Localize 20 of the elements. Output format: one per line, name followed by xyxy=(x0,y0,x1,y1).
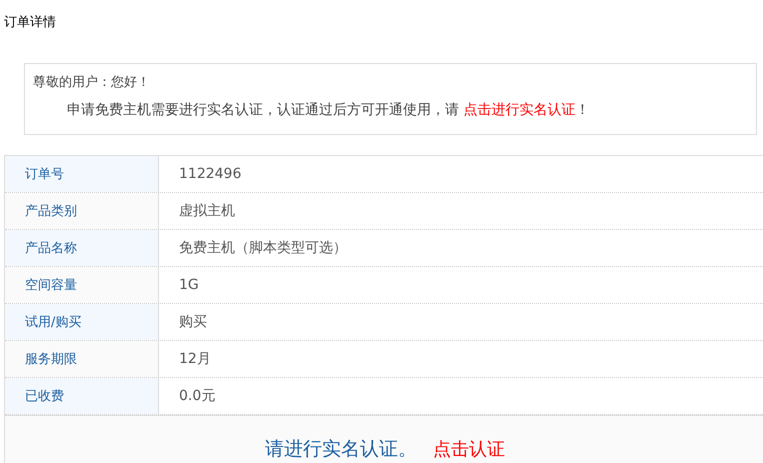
value-cell-text: 购买 xyxy=(178,313,208,332)
verify-prompt: 请进行实名认证。 xyxy=(265,436,417,462)
page-title: 订单详情 xyxy=(3,14,57,32)
verify-link[interactable]: 点击认证 xyxy=(433,436,505,460)
label-cell: 订单号 xyxy=(5,156,159,192)
value-cell-text: 0.0元 xyxy=(178,387,216,406)
value-cell-text: 免费主机（脚本类型可选） xyxy=(178,239,348,258)
value-cell-text: 1G xyxy=(178,276,200,295)
notice-message: 申请免费主机需要进行实名认证，认证通过后方可开通使用，请 点击进行实名认证！ xyxy=(66,101,590,119)
value-cell-text: 12月 xyxy=(178,350,212,369)
value-cell-text: 虚拟主机 xyxy=(178,202,236,221)
label-cell: 产品名称 xyxy=(5,230,159,266)
value-cell-text: 1122496 xyxy=(178,165,242,184)
label-cell: 产品类别 xyxy=(5,193,159,229)
label-cell: 已收费 xyxy=(5,378,159,414)
label-cell: 服务期限 xyxy=(5,341,159,377)
label-cell: 空间容量 xyxy=(5,267,159,303)
verify-link[interactable]: 点击进行实名认证 xyxy=(463,102,576,118)
greeting-text: 尊敬的用户：您好！ xyxy=(33,74,151,91)
label-cell: 试用/购买 xyxy=(5,304,159,340)
